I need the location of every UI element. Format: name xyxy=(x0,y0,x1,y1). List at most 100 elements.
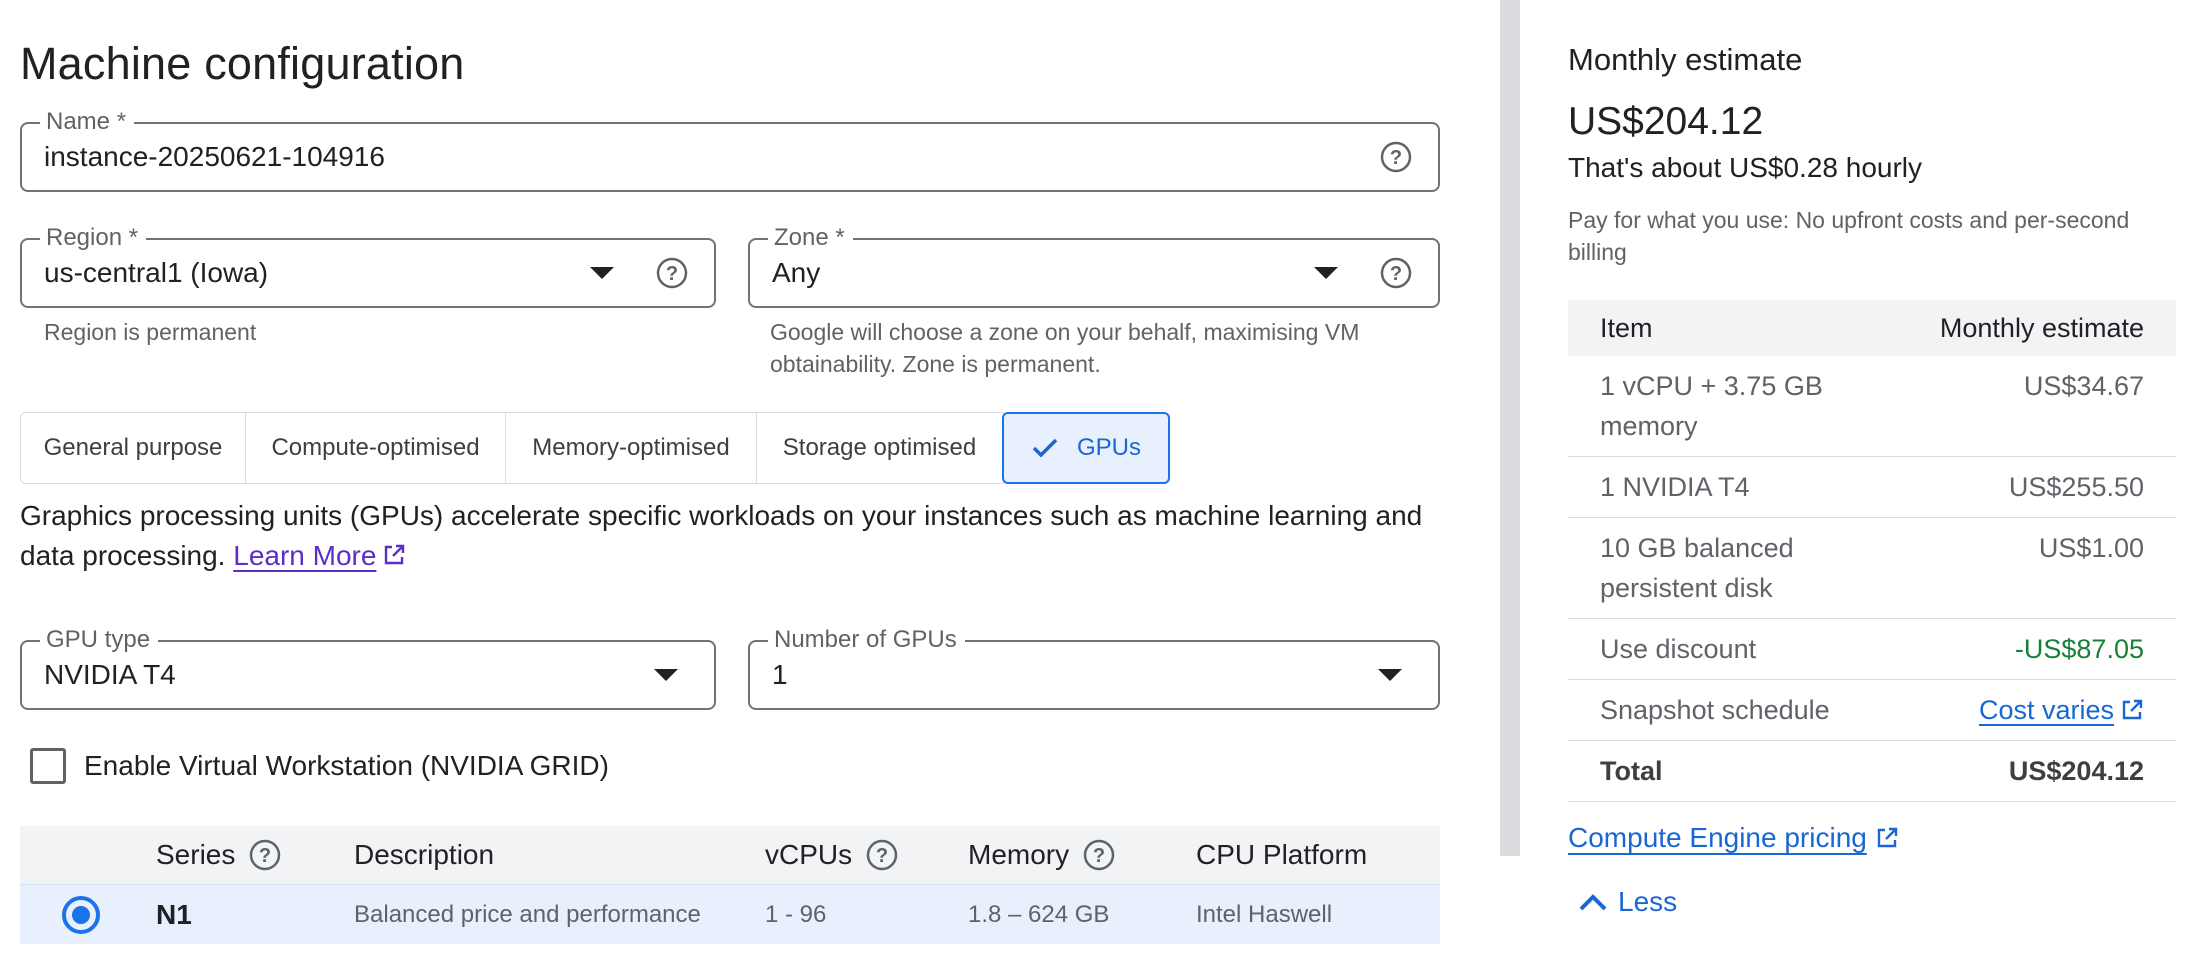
item-cell: Snapshot schedule xyxy=(1600,695,1830,725)
table-header: Series ? Description vCPUs ? Memory ? CP… xyxy=(20,826,1440,884)
total-row: Total US$204.12 xyxy=(1568,741,2176,802)
zone-select[interactable]: Zone * Any ? xyxy=(748,224,1440,308)
table-row: 10 GB balanced persistent disk US$1.00 xyxy=(1568,518,2176,619)
svg-text:?: ? xyxy=(1390,263,1402,285)
region-select[interactable]: Region * us-central1 (Iowa) ? xyxy=(20,224,716,308)
vcpus-cell: 1 - 96 xyxy=(765,900,827,928)
estimate-note: Pay for what you use: No upfront costs a… xyxy=(1568,207,2130,265)
table-row: 1 vCPU + 3.75 GB memory US$34.67 xyxy=(1568,356,2176,457)
cost-varies-wrapper: Cost varies xyxy=(1979,690,2144,730)
gpu-count-label: Number of GPUs xyxy=(768,626,965,654)
svg-text:?: ? xyxy=(666,263,678,285)
cost-cell: US$34.67 xyxy=(2023,371,2144,401)
help-icon[interactable]: ? xyxy=(656,257,688,289)
cost-varies-link[interactable]: Cost varies xyxy=(1979,690,2114,730)
virtual-workstation-option[interactable]: Enable Virtual Workstation (NVIDIA GRID) xyxy=(30,748,609,784)
tab-compute-optimised[interactable]: Compute-optimised xyxy=(244,412,507,484)
svg-text:?: ? xyxy=(1390,147,1402,169)
memory-cell: 1.8 – 624 GB xyxy=(968,900,1110,928)
total-cost: US$204.12 xyxy=(2008,756,2144,786)
description-header: Description xyxy=(354,839,495,870)
series-radio-selected[interactable] xyxy=(62,895,100,934)
tab-label: Compute-optimised xyxy=(271,434,480,461)
zone-hint-line-1: Google will choose a zone on your behalf… xyxy=(770,319,1360,345)
scrollbar[interactable] xyxy=(1500,0,1520,856)
tab-memory-optimised[interactable]: Memory-optimised xyxy=(505,412,757,484)
less-label: Less xyxy=(1618,886,1678,917)
zone-hint-line-2: obtainability. Zone is permanent. xyxy=(770,351,1101,377)
gpu-type-value: NVIDIA T4 xyxy=(44,659,176,690)
virtual-workstation-checkbox[interactable] xyxy=(30,748,66,784)
tab-label: GPUs xyxy=(1076,434,1141,461)
estimate-table: Item Monthly estimate 1 vCPU + 3.75 GB m… xyxy=(1568,300,2176,802)
gpu-description-text: Graphics processing units (GPUs) acceler… xyxy=(20,500,1423,571)
help-icon[interactable]: ? xyxy=(1380,141,1412,173)
table-row: Snapshot schedule Cost varies xyxy=(1568,680,2176,741)
series-header: Series ? xyxy=(156,839,281,871)
help-icon[interactable]: ? xyxy=(249,839,281,871)
monthly-estimate-header: Monthly estimate xyxy=(1939,312,2144,343)
machine-family-tabs: General purpose Compute-optimised Memory… xyxy=(20,412,1170,484)
series-header-label: Series xyxy=(156,839,236,870)
tab-gpus[interactable]: GPUs xyxy=(1002,412,1170,484)
chevron-up-icon xyxy=(1579,894,1607,911)
name-field-label: Name * xyxy=(40,108,135,136)
dropdown-arrow-icon[interactable] xyxy=(1314,267,1338,279)
gpu-description: Graphics processing units (GPUs) acceler… xyxy=(20,496,1440,576)
dropdown-arrow-icon[interactable] xyxy=(590,267,614,279)
item-cell: Use discount xyxy=(1600,634,1757,664)
item-cell: 1 NVIDIA T4 xyxy=(1600,472,1750,502)
table-header: Item Monthly estimate xyxy=(1568,300,2176,356)
memory-header: Memory ? xyxy=(968,839,1115,871)
tab-general-purpose[interactable]: General purpose xyxy=(20,412,246,484)
compute-engine-pricing-link[interactable]: Compute Engine pricing xyxy=(1568,822,1899,854)
gpu-type-label: GPU type xyxy=(40,626,159,654)
series-cell: N1 xyxy=(156,898,192,930)
svg-text:?: ? xyxy=(1093,845,1105,867)
memory-header-label: Memory xyxy=(968,839,1070,870)
external-link-icon xyxy=(385,544,405,565)
tab-label: General purpose xyxy=(43,434,223,461)
region-hint: Region is permanent xyxy=(44,319,257,345)
estimate-title: Monthly estimate xyxy=(1568,42,1803,77)
item-cell: 1 vCPU + 3.75 GB memory xyxy=(1600,371,1823,441)
zone-hint: Google will choose a zone on your behalf… xyxy=(770,316,1359,380)
name-field[interactable]: Name * instance-20250621-104916 ? xyxy=(20,108,1440,192)
machine-series-table: Series ? Description vCPUs ? Memory ? CP… xyxy=(20,826,1440,944)
page-title: Machine configuration xyxy=(20,38,465,89)
item-header: Item xyxy=(1600,312,1653,343)
name-field-value[interactable]: instance-20250621-104916 xyxy=(44,141,385,173)
gpu-count-value: 1 xyxy=(772,659,788,690)
gpu-count-select[interactable]: Number of GPUs 1 xyxy=(748,626,1440,710)
cpu-platform-header: CPU Platform xyxy=(1196,839,1368,870)
dropdown-arrow-icon[interactable] xyxy=(654,669,678,681)
table-row[interactable]: N1 Balanced price and performance 1 - 96… xyxy=(20,884,1440,944)
svg-text:?: ? xyxy=(259,845,271,867)
estimate-amount: US$204.12 xyxy=(1568,100,1764,143)
gpu-type-select[interactable]: GPU type NVIDIA T4 xyxy=(20,626,716,710)
tab-label: Storage optimised xyxy=(782,434,977,461)
vcpus-header-label: vCPUs xyxy=(765,839,853,870)
zone-field-label: Zone * xyxy=(768,224,853,252)
help-icon[interactable]: ? xyxy=(1083,839,1115,871)
total-label: Total xyxy=(1600,756,1663,786)
tab-label: Memory-optimised xyxy=(532,434,730,461)
table-row: Use discount -US$87.05 xyxy=(1568,619,2176,680)
tab-storage-optimised[interactable]: Storage optimised xyxy=(755,412,1004,484)
region-field-value: us-central1 (Iowa) xyxy=(44,257,269,288)
help-icon[interactable]: ? xyxy=(866,839,898,871)
vcpus-header: vCPUs ? xyxy=(765,839,898,871)
svg-text:?: ? xyxy=(876,845,888,867)
cost-cell: US$255.50 xyxy=(2008,472,2144,502)
description-cell: Balanced price and performance xyxy=(354,900,701,928)
region-field-label: Region * xyxy=(40,224,147,252)
learn-more-link[interactable]: Learn More xyxy=(233,540,376,571)
pricing-link-label: Compute Engine pricing xyxy=(1568,822,1867,853)
external-link-icon xyxy=(1877,827,1898,848)
help-icon[interactable]: ? xyxy=(1380,257,1412,289)
less-button[interactable]: Less xyxy=(1578,886,1677,918)
table-row: 1 NVIDIA T4 US$255.50 xyxy=(1568,457,2176,518)
dropdown-arrow-icon[interactable] xyxy=(1378,669,1402,681)
external-link-icon xyxy=(2122,699,2143,720)
item-cell: 10 GB balanced persistent disk xyxy=(1600,533,1794,603)
